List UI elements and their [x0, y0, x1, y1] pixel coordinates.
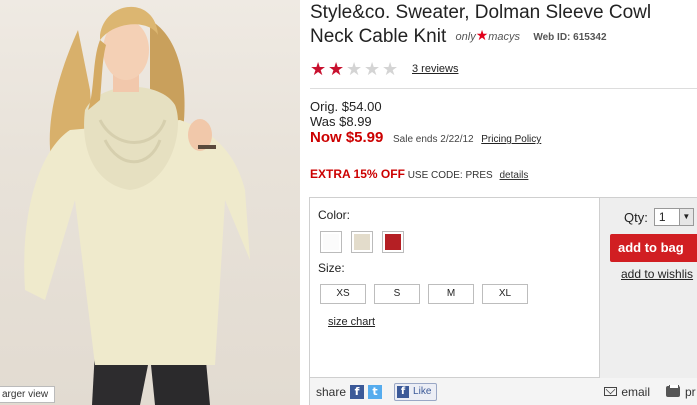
add-to-wishlist-link[interactable]: add to wishlis: [621, 267, 693, 281]
original-price: Orig. $54.00: [310, 99, 382, 114]
now-price: Now $5.99: [310, 129, 384, 146]
product-title-block: Style&co. Sweater, Dolman Sleeve Cowl Ne…: [310, 2, 697, 49]
price-block: Orig. $54.00 Was $8.99 Now $5.99 Sale en…: [310, 99, 541, 147]
size-label: Size:: [318, 261, 345, 275]
star-icon: ★: [310, 59, 327, 79]
qty-value: 1: [658, 210, 666, 224]
promo-extra-off: EXTRA 15% OFF: [310, 167, 405, 181]
chevron-down-icon: ▼: [678, 209, 693, 225]
size-xl-button[interactable]: XL: [482, 284, 528, 304]
rating-row: ★ ★ ★ ★ ★ 3 reviews: [310, 60, 458, 78]
macys-star-icon: ★: [475, 27, 489, 43]
printer-icon: [666, 384, 680, 397]
qty-label: Qty:: [624, 209, 648, 225]
size-m-button[interactable]: M: [428, 284, 474, 304]
quantity-row: Qty: 1 ▼: [624, 208, 694, 226]
size-chart-link[interactable]: size chart: [328, 316, 375, 328]
promo-details-link[interactable]: details: [500, 170, 529, 181]
print-link[interactable]: pr: [666, 384, 697, 399]
share-bar: share f t f Like email pr: [310, 378, 697, 405]
brand-name: macys: [488, 31, 521, 43]
star-icon: ★: [346, 59, 363, 79]
size-s-button[interactable]: S: [374, 284, 420, 304]
model-illustration: [24, 6, 250, 405]
divider: [310, 88, 697, 89]
print-label: pr: [685, 384, 696, 399]
swatch-white[interactable]: [320, 231, 342, 253]
facebook-like-icon: f: [397, 385, 410, 398]
share-label: share: [316, 384, 347, 399]
options-panel: Color: Size: XS S M XL size chart: [310, 198, 600, 378]
add-to-bag-button[interactable]: add to bag: [610, 234, 697, 262]
was-price: Was $8.99: [310, 114, 372, 129]
facebook-like-button[interactable]: f Like: [394, 382, 438, 401]
pricing-policy-link[interactable]: Pricing Policy: [481, 134, 541, 145]
promo-code: USE CODE: PRES: [407, 170, 493, 181]
star-icon: ★: [328, 59, 345, 79]
larger-view-link[interactable]: arger view: [0, 386, 56, 403]
email-label: email: [621, 384, 650, 399]
brand-prefix: only: [455, 31, 476, 43]
only-macys-logo: only★macys: [456, 24, 521, 48]
quantity-select[interactable]: 1 ▼: [653, 208, 694, 226]
star-icon: ★: [382, 59, 399, 79]
purchase-box: Color: Size: XS S M XL size chart Qty: 1…: [309, 197, 697, 405]
sale-ends-text: Sale ends 2/22/12: [393, 134, 474, 145]
star-rating[interactable]: ★ ★ ★ ★ ★: [310, 60, 400, 78]
envelope-icon: [604, 387, 618, 396]
product-photo[interactable]: arger view: [0, 0, 300, 405]
facebook-icon[interactable]: f: [350, 384, 365, 399]
size-xs-button[interactable]: XS: [320, 284, 366, 304]
swatch-red[interactable]: [382, 231, 404, 253]
twitter-icon[interactable]: t: [368, 384, 383, 399]
color-label: Color:: [318, 208, 351, 222]
star-icon: ★: [364, 59, 381, 79]
reviews-link[interactable]: 3 reviews: [412, 63, 458, 75]
email-link[interactable]: email: [604, 385, 650, 399]
swatch-cream[interactable]: [351, 231, 373, 253]
like-label: Like: [413, 386, 432, 397]
promo-banner: EXTRA 15% OFF USE CODE: PRES details: [310, 167, 528, 181]
web-id: Web ID: 615342: [533, 32, 607, 43]
product-page: arger view Style&co. Sweater, Dolman Sle…: [0, 0, 697, 405]
